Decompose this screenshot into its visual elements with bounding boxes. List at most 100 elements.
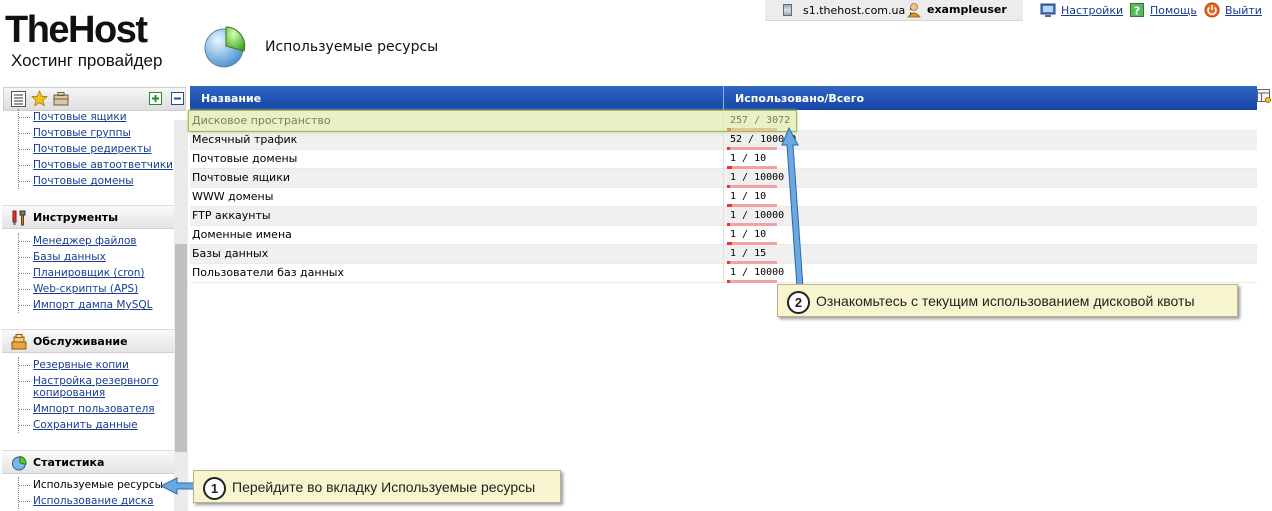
settings-icon[interactable] (1040, 2, 1056, 18)
sidebar-item-mail-domains[interactable]: Почтовые домены (19, 173, 173, 189)
resource-name: Почтовые ящики (192, 171, 290, 184)
user-name: exampleuser (927, 3, 1007, 16)
table-row[interactable]: Почтовые ящики 1 / 10000 (190, 169, 1257, 188)
sidebar-item-used-resources[interactable]: Используемые ресурсы (19, 477, 163, 493)
section-statistics[interactable]: Статистика (2, 450, 174, 474)
logo-subtitle: Хостинг провайдер (11, 51, 163, 70)
tools-icon (12, 210, 26, 226)
callout-1: 1 Перейдите во вкладку Используемые ресу… (193, 470, 561, 503)
column-divider (723, 150, 724, 169)
resource-usage: 52 / 100000 (730, 134, 797, 145)
sidebar-item-mail-redirects[interactable]: Почтовые редиректы (19, 141, 173, 157)
usage-bar-fill (727, 280, 730, 283)
pie-chart-icon (12, 455, 27, 471)
top-bar: s1.thehost.com.ua :: exampleuser Настрой… (0, 0, 1272, 22)
sidebar: Почтовые ящики Почтовые группы Почтовые … (0, 84, 188, 511)
star-icon[interactable] (31, 90, 48, 107)
column-divider (723, 245, 724, 264)
section-title-service: Обслуживание (33, 335, 128, 348)
svg-text:?: ? (1134, 5, 1140, 18)
statistics-tree: Используемые ресурсы Использование диска (18, 477, 163, 509)
sidebar-item-mail-groups[interactable]: Почтовые группы (19, 125, 173, 141)
table-row[interactable]: WWW домены 1 / 10 (190, 188, 1257, 207)
column-divider (723, 131, 724, 150)
section-tools[interactable]: Инструменты (2, 205, 174, 229)
table-row[interactable]: Почтовые домены 1 / 10 (190, 150, 1257, 169)
resource-usage: 1 / 10 (730, 191, 767, 202)
resource-name: WWW домены (192, 190, 274, 203)
column-divider (723, 169, 724, 188)
section-service[interactable]: Обслуживание (2, 329, 174, 353)
callout-2: 2 Ознакомьтесь с текущим использованием … (777, 284, 1238, 317)
server-name: s1.thehost.com.ua :: (803, 4, 917, 17)
resource-name: Базы данных (192, 247, 269, 260)
resource-usage: 1 / 10000 (730, 210, 785, 221)
column-header-usage[interactable]: Использовано/Всего (735, 92, 864, 105)
sidebar-item-import-user[interactable]: Импорт пользователя (19, 401, 188, 417)
table-row[interactable]: Базы данных 1 / 15 (190, 245, 1257, 264)
help-link[interactable]: Помощь (1150, 4, 1197, 17)
sidebar-item-backup-settings[interactable]: Настройка резервного копирования (19, 373, 188, 401)
sidebar-item-file-manager[interactable]: Менеджер файлов (19, 233, 153, 249)
help-icon[interactable]: ? (1129, 2, 1145, 18)
column-header-name[interactable]: Название (201, 92, 261, 105)
tools-tree: Менеджер файлов Базы данных Планировщик … (18, 233, 153, 313)
sidebar-item-backups[interactable]: Резервные копии (19, 357, 188, 373)
settings-link[interactable]: Настройки (1061, 4, 1123, 17)
resource-usage: 1 / 10000 (730, 172, 785, 183)
column-divider (723, 207, 724, 226)
callout-2-text: Ознакомьтесь с текущим использованием ди… (816, 293, 1195, 309)
page-title: Используемые ресурсы (265, 39, 439, 55)
service-icon (11, 334, 27, 350)
sidebar-item-databases[interactable]: Базы данных (19, 249, 153, 265)
briefcase-icon[interactable] (53, 91, 69, 106)
table-settings-icon[interactable] (1257, 89, 1271, 103)
collapse-all-icon[interactable] (171, 92, 184, 105)
mail-tree: Почтовые ящики Почтовые группы Почтовые … (18, 109, 173, 189)
resource-usage: 1 / 10000 (730, 267, 785, 278)
sidebar-item-web-scripts[interactable]: Web-скрипты (APS) (19, 281, 153, 297)
table-header: Название Использовано/Всего (190, 86, 1257, 110)
server-info: s1.thehost.com.ua :: exampleuser (765, 0, 1023, 21)
resource-name: FTP аккаунты (192, 209, 271, 222)
resource-usage: 1 / 10 (730, 153, 767, 164)
table-row[interactable]: FTP аккаунты 1 / 10000 (190, 207, 1257, 226)
sidebar-item-disk-usage[interactable]: Использование диска (19, 493, 163, 509)
column-divider (723, 226, 724, 245)
pie-chart-icon (204, 26, 246, 68)
resources-table: Дисковое пространство257 / 3072Месячный … (190, 112, 1257, 283)
logout-icon[interactable] (1204, 2, 1220, 18)
resource-name: Доменные имена (192, 228, 292, 241)
sidebar-item-mysql-import[interactable]: Импорт дампа MySQL (19, 297, 153, 313)
section-title-tools: Инструменты (33, 211, 119, 224)
user-icon (907, 3, 921, 18)
table-row[interactable]: Пользователи баз данных 1 / 10000 (190, 264, 1257, 283)
resource-name: Почтовые домены (192, 152, 298, 165)
table-row[interactable]: Месячный трафик 52 / 100000 (190, 131, 1257, 150)
column-divider (723, 86, 724, 110)
highlight-disk-space (188, 110, 797, 132)
server-icon (783, 4, 792, 16)
sidebar-item-cron[interactable]: Планировщик (cron) (19, 265, 153, 281)
resource-usage: 1 / 15 (730, 248, 767, 259)
service-tree: Резервные копии Настройка резервного коп… (18, 357, 188, 433)
sidebar-toolbar (3, 87, 186, 111)
logout-link[interactable]: Выйти (1225, 4, 1262, 17)
usage-bar (727, 280, 777, 283)
column-divider (723, 264, 724, 283)
section-title-statistics: Статистика (33, 456, 105, 469)
resource-name: Месячный трафик (192, 133, 298, 146)
sidebar-item-save-data[interactable]: Сохранить данные (19, 417, 188, 433)
callout-1-number: 1 (203, 477, 226, 500)
expand-all-icon[interactable] (149, 92, 162, 105)
resource-usage: 1 / 10 (730, 229, 767, 240)
callout-2-number: 2 (787, 291, 810, 314)
callout-1-text: Перейдите во вкладку Используемые ресурс… (232, 479, 536, 495)
table-row[interactable]: Доменные имена 1 / 10 (190, 226, 1257, 245)
list-icon[interactable] (11, 91, 26, 107)
sidebar-item-mail-autoresponders[interactable]: Почтовые автоответчики (19, 157, 173, 173)
sidebar-scroll-thumb[interactable] (175, 244, 187, 452)
resource-name: Пользователи баз данных (192, 266, 344, 279)
column-divider (723, 188, 724, 207)
sidebar-item-mailboxes[interactable]: Почтовые ящики (19, 109, 173, 125)
